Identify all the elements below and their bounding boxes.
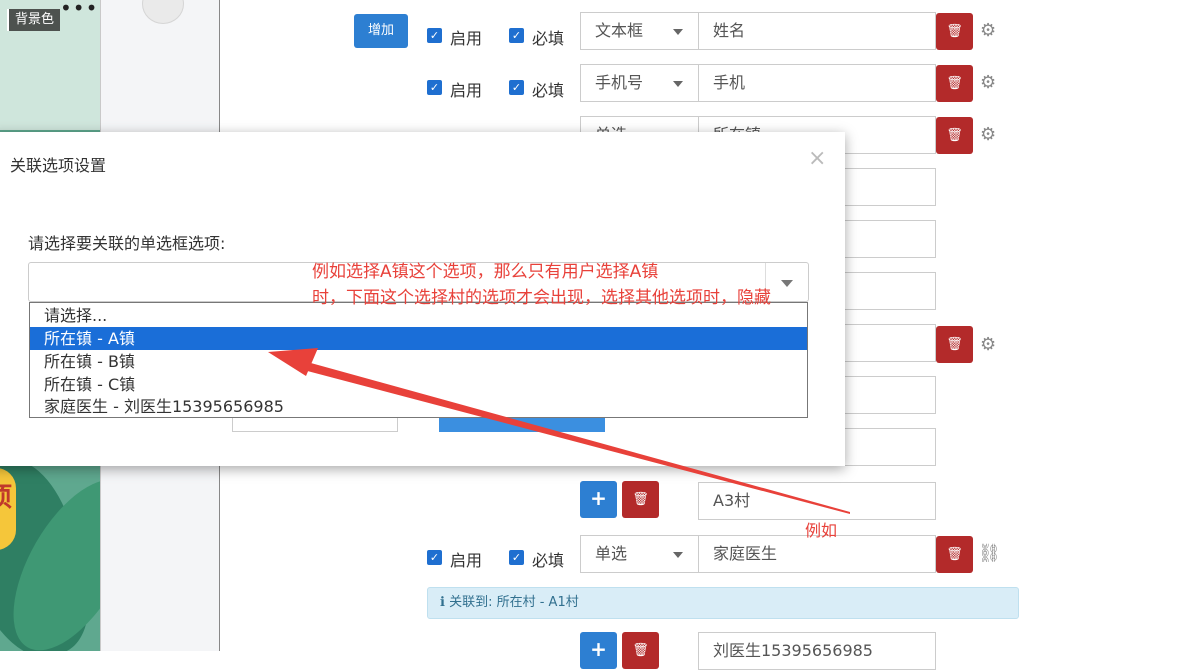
enable-checkbox[interactable]: ✓: [427, 28, 442, 43]
dropdown-option[interactable]: 家庭医生 - 刘医生15395656985: [30, 395, 807, 418]
more-options-icon[interactable]: •••: [60, 0, 98, 20]
option-input[interactable]: 刘医生15395656985: [698, 632, 936, 670]
option-input[interactable]: A3村: [698, 482, 936, 520]
enable-label: 启用: [450, 29, 483, 48]
info-icon: ℹ: [440, 595, 450, 610]
delete-button[interactable]: 🗑: [936, 326, 973, 363]
field-type-select[interactable]: 单选: [580, 535, 660, 573]
dropdown-option[interactable]: 所在镇 - B镇: [30, 350, 807, 373]
required-checkbox[interactable]: ✓: [509, 550, 524, 565]
gear-icon[interactable]: ⚙: [980, 334, 996, 355]
chevron-down-icon[interactable]: [659, 535, 699, 573]
gear-icon[interactable]: ⚙: [980, 20, 996, 41]
gear-icon[interactable]: ⚙: [980, 72, 996, 93]
background-color-tag[interactable]: 背景色: [7, 9, 61, 31]
link-icon[interactable]: ⛓: [978, 543, 1001, 564]
preview-badge: 项: [0, 468, 16, 550]
option-dropdown-list[interactable]: 请选择... 所在镇 - A镇 所在镇 - B镇 所在镇 - C镇 家庭医生 -…: [29, 302, 808, 418]
close-icon[interactable]: ×: [808, 146, 826, 171]
field-name-input[interactable]: 手机: [698, 64, 936, 102]
modal-prompt-label: 请选择要关联的单选框选项:: [28, 234, 226, 253]
annotation-line-1: 例如选择A镇这个选项，那么只有用户选择A镇: [312, 262, 659, 282]
delete-button[interactable]: 🗑: [936, 65, 973, 102]
enable-checkbox[interactable]: ✓: [427, 550, 442, 565]
enable-checkbox[interactable]: ✓: [427, 80, 442, 95]
required-label: 必填: [532, 551, 565, 570]
delete-option-button[interactable]: 🗑: [622, 481, 659, 518]
field-type-select[interactable]: 文本框: [580, 12, 660, 50]
confirm-button[interactable]: [439, 418, 605, 432]
dropdown-option-selected[interactable]: 所在镇 - A镇: [30, 327, 807, 350]
delete-button[interactable]: 🗑: [936, 536, 973, 573]
required-label: 必填: [532, 29, 565, 48]
annotation-line-2: 时，下面这个选择村的选项才会出现，选择其他选项时，隐藏: [312, 288, 771, 308]
required-label: 必填: [532, 81, 565, 100]
linked-info-bar: ℹ 关联到: 所在村 - A1村: [427, 587, 1019, 619]
add-button[interactable]: 增加: [354, 14, 408, 48]
add-option-button[interactable]: +: [580, 481, 617, 518]
delete-button[interactable]: 🗑: [936, 117, 973, 154]
enable-label: 启用: [450, 551, 483, 570]
chevron-down-icon[interactable]: [659, 12, 699, 50]
required-checkbox[interactable]: ✓: [509, 80, 524, 95]
required-checkbox[interactable]: ✓: [509, 28, 524, 43]
annotation-small: 例如: [805, 521, 838, 540]
delete-button[interactable]: 🗑: [936, 13, 973, 50]
gear-icon[interactable]: ⚙: [980, 124, 996, 145]
chevron-down-icon[interactable]: [765, 263, 808, 301]
field-name-input[interactable]: 姓名: [698, 12, 936, 50]
enable-label: 启用: [450, 81, 483, 100]
linked-info-text: 关联到: 所在村 - A1村: [449, 595, 579, 610]
chevron-down-icon[interactable]: [659, 64, 699, 102]
field-type-select[interactable]: 手机号: [580, 64, 660, 102]
modal-title: 关联选项设置: [10, 156, 107, 175]
dropdown-option[interactable]: 所在镇 - C镇: [30, 373, 807, 396]
